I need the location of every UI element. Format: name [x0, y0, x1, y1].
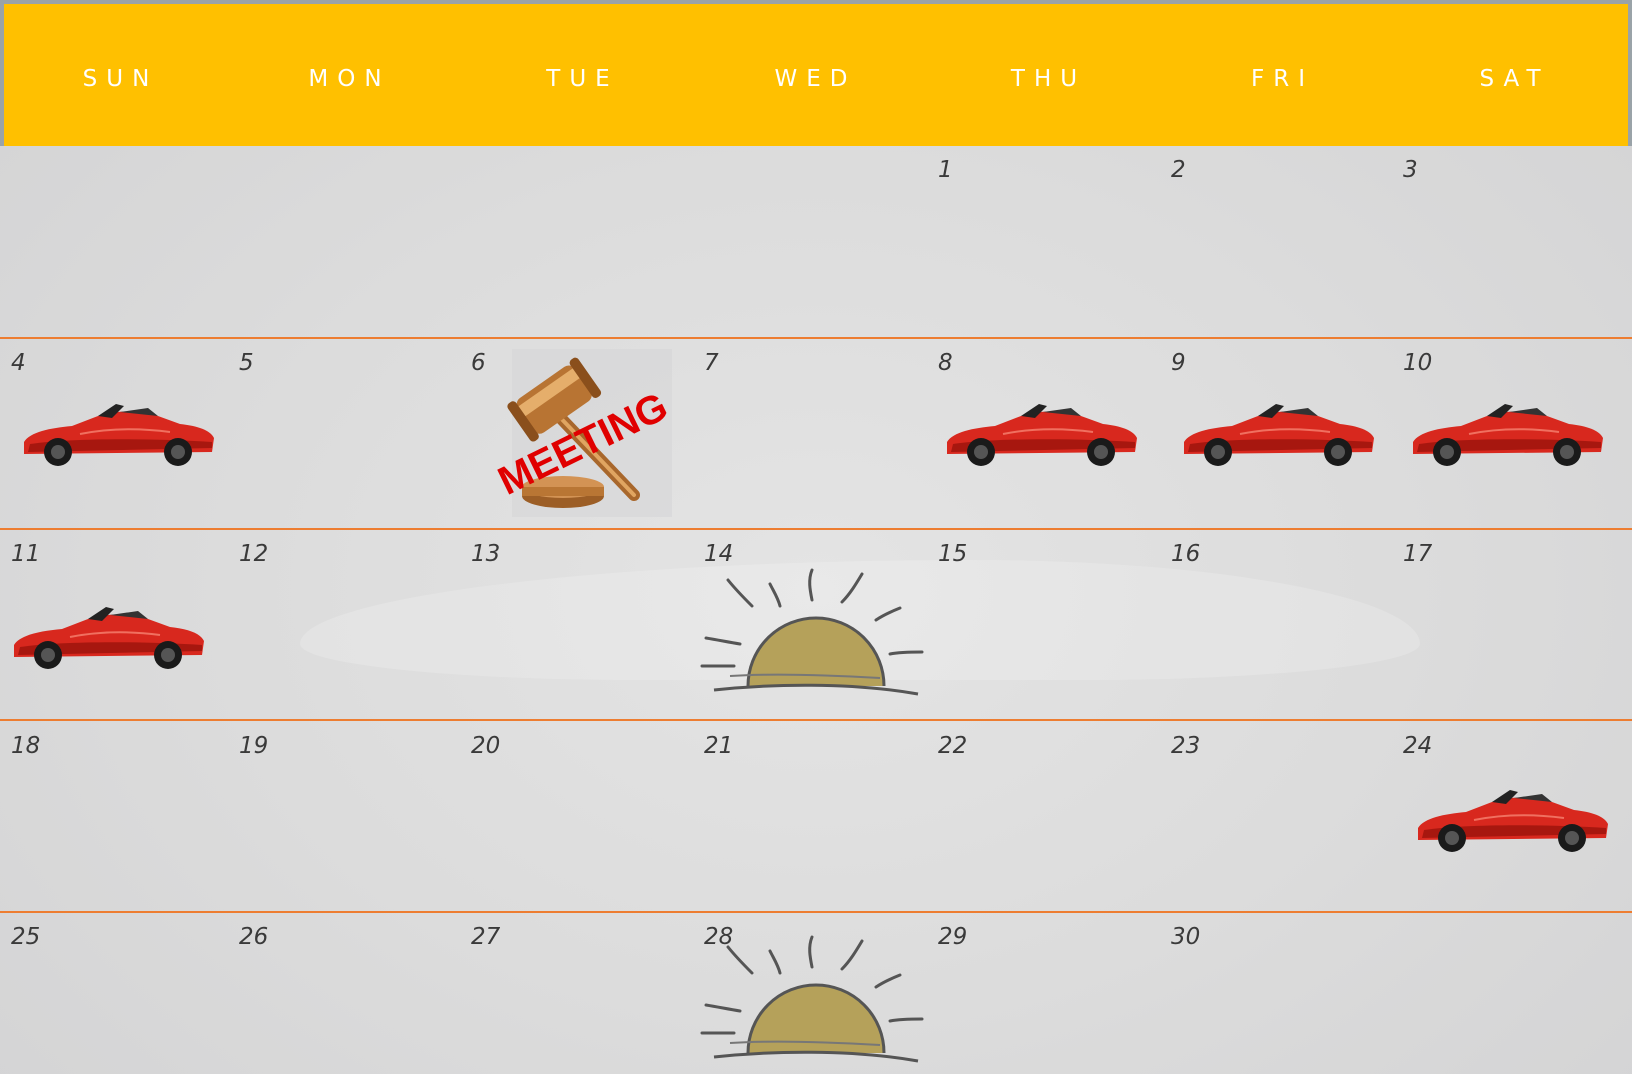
day-number[interactable]: 24 — [1403, 733, 1432, 759]
day-number[interactable]: 23 — [1171, 733, 1200, 759]
day-number[interactable]: 12 — [239, 541, 268, 567]
car-icon — [1417, 789, 1609, 853]
weekday-header: SUN MON TUE WED THU FRI SAT — [0, 0, 1632, 146]
gavel-icon: MEETING — [492, 349, 675, 517]
day-number[interactable]: 10 — [1403, 350, 1432, 376]
day-number[interactable]: 18 — [11, 733, 40, 759]
day-number[interactable]: 7 — [704, 350, 719, 376]
week-divider — [0, 337, 1632, 339]
weekday-wed: WED — [774, 66, 857, 92]
car-icon — [13, 606, 205, 670]
week-divider — [0, 911, 1632, 913]
day-number[interactable]: 2 — [1171, 157, 1186, 183]
day-number[interactable]: 4 — [11, 350, 26, 376]
week-divider — [0, 528, 1632, 530]
day-number[interactable]: 16 — [1171, 541, 1200, 567]
day-number[interactable]: 20 — [471, 733, 500, 759]
weekday-mon: MON — [308, 66, 391, 92]
day-number[interactable]: 13 — [471, 541, 500, 567]
sun-icon — [700, 568, 924, 696]
car-icon — [23, 403, 215, 467]
weekday-sat: SAT — [1479, 66, 1550, 92]
day-number[interactable]: 1 — [938, 157, 953, 183]
car-icon — [1183, 403, 1375, 467]
day-number[interactable]: 29 — [938, 924, 967, 950]
day-number[interactable]: 15 — [938, 541, 967, 567]
day-number[interactable]: 14 — [704, 541, 733, 567]
day-number[interactable]: 27 — [471, 924, 500, 950]
weekday-fri: FRI — [1251, 66, 1314, 92]
weekday-thu: THU — [1010, 66, 1087, 92]
day-number[interactable]: 3 — [1403, 157, 1418, 183]
day-number[interactable]: 30 — [1171, 924, 1200, 950]
day-number[interactable]: 21 — [704, 733, 733, 759]
calendar-page: SUN MON TUE WED THU FRI SAT 1 2 3 4 5 6 … — [0, 0, 1632, 1074]
weekday-sun: SUN — [82, 66, 159, 92]
day-number[interactable]: 9 — [1171, 350, 1186, 376]
day-number[interactable]: 8 — [938, 350, 953, 376]
day-number[interactable]: 19 — [239, 733, 268, 759]
day-number[interactable]: 22 — [938, 733, 967, 759]
day-number[interactable]: 5 — [239, 350, 254, 376]
day-number[interactable]: 25 — [11, 924, 40, 950]
weekday-tue: TUE — [546, 66, 619, 92]
day-number[interactable]: 26 — [239, 924, 268, 950]
week-divider — [0, 719, 1632, 721]
sun-icon — [700, 935, 924, 1063]
day-number[interactable]: 11 — [11, 541, 40, 567]
car-icon — [1412, 403, 1604, 467]
car-icon — [946, 403, 1138, 467]
day-number[interactable]: 17 — [1403, 541, 1432, 567]
